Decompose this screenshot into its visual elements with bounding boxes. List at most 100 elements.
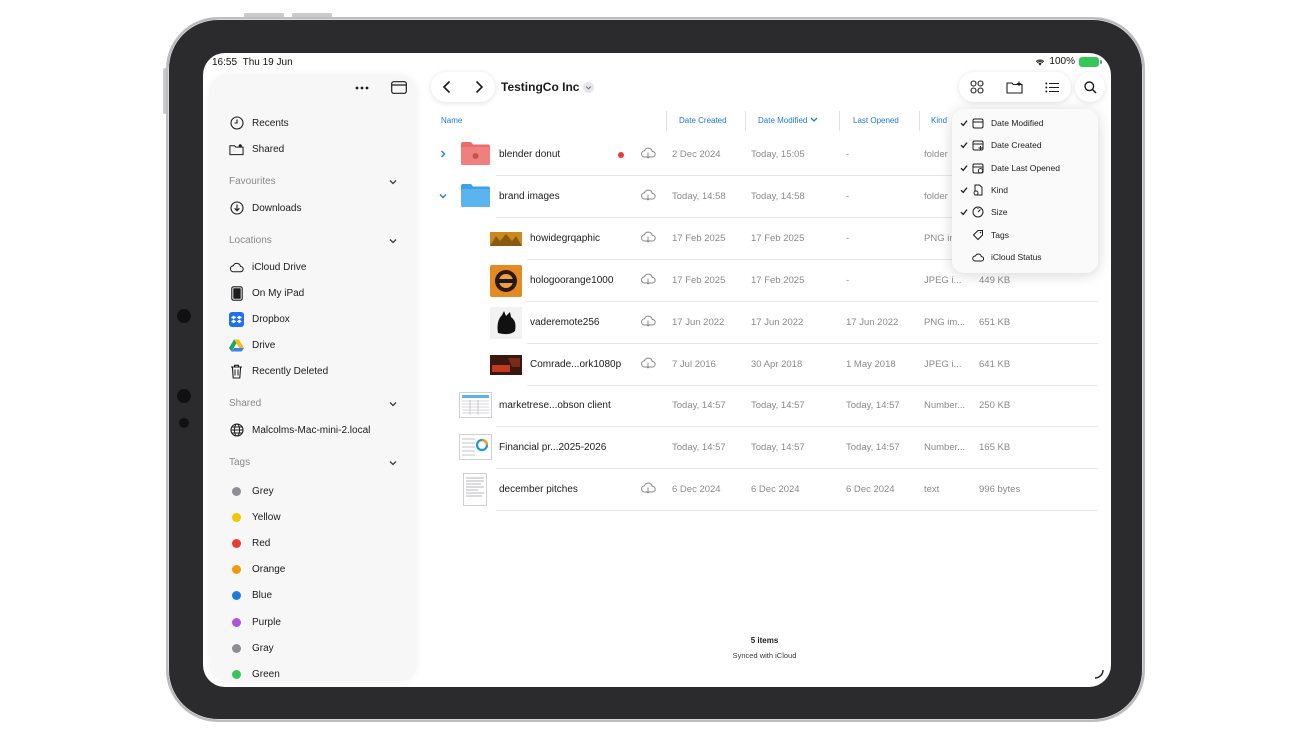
sidebar-item-tag-blue[interactable]: Blue [229, 588, 272, 604]
chevron-down-icon[interactable] [389, 237, 397, 245]
sidebar-toggle-icon[interactable] [391, 81, 407, 94]
sidebar-item-icloud-drive[interactable]: iCloud Drive [229, 259, 306, 275]
sidebar-item-tag-green[interactable]: Green [229, 666, 280, 682]
section-header-shared: Shared [229, 398, 262, 409]
battery-icon [1079, 56, 1102, 67]
size: 449 KB [979, 274, 1011, 286]
menu-item-date-last-opened[interactable]: Date Last Opened [952, 159, 1098, 177]
google-drive-icon [229, 338, 244, 353]
date-modified: 30 Apr 2018 [751, 358, 803, 370]
menu-item-label: Size [991, 207, 1008, 218]
share-group-icon[interactable] [970, 80, 984, 94]
sidebar-item-tag-grey[interactable]: Grey [229, 483, 274, 499]
section-header-tags: Tags [229, 457, 251, 468]
shared-folder-icon [229, 142, 244, 157]
sidebar-item-label: Dropbox [252, 313, 290, 325]
sidebar-item-label: Red [252, 537, 271, 549]
date-created: 17 Jun 2022 [672, 316, 725, 328]
sidebar-item-shared[interactable]: Shared [229, 141, 284, 157]
image-thumbnail [490, 354, 522, 375]
file-row[interactable]: Comrade...ork1080p 7 Jul 2016 30 Apr 2018 1… [436, 344, 1098, 386]
file-row[interactable]: vaderemote256 17 Jun 2022 17 Jun 2022 17 Ju… [436, 302, 1098, 344]
sidebar-item-tag-red[interactable]: Red [229, 535, 270, 551]
column-header-name[interactable]: Name [441, 116, 462, 125]
file-row[interactable]: december pitches 6 Dec 2024 6 Dec 2024 6 De… [436, 469, 1098, 512]
date-modified: Today, 14:58 [751, 190, 805, 202]
file-name: Financial pr...2025-2026 [499, 442, 607, 454]
sidebar-item-server[interactable]: Malcolms-Mac-mini-2.local [229, 422, 370, 438]
section-header-locations: Locations [229, 235, 272, 246]
folder-title[interactable]: TestingCo Inc [501, 80, 595, 94]
camera-sensor [177, 309, 191, 323]
kind: PNG in [924, 232, 955, 244]
menu-item-label: Date Created [991, 140, 1042, 151]
kind: folder [924, 149, 948, 160]
last-opened: - [846, 149, 850, 160]
menu-item-tags[interactable]: Tags [952, 226, 1098, 244]
cloud-download-icon[interactable] [640, 482, 656, 494]
sidebar-item-recents[interactable]: Recents [229, 115, 289, 131]
size: 250 KB [979, 400, 1011, 412]
checkmark-icon [960, 187, 968, 194]
chevron-right-icon[interactable] [438, 149, 448, 159]
chevron-down-icon[interactable] [389, 400, 397, 408]
sidebar-item-tag-purple[interactable]: Purple [229, 614, 281, 630]
item-count: 5 items [750, 636, 779, 645]
chevron-down-icon[interactable] [389, 459, 397, 467]
sidebar-item-on-my-ipad[interactable]: On My iPad [229, 285, 304, 301]
sidebar-item-drive[interactable]: Drive [229, 337, 275, 353]
sidebar-item-recently-deleted[interactable]: Recently Deleted [229, 363, 328, 379]
file-name: marketrese...obson client [499, 400, 611, 412]
forward-icon[interactable] [474, 80, 484, 94]
tag-color-dot [232, 617, 241, 627]
file-row[interactable]: Financial pr...2025-2026 Today, 14:57 Toda… [436, 427, 1098, 470]
more-icon[interactable] [355, 86, 369, 90]
sync-status: Synced with iCloud [732, 651, 797, 660]
calendar-icon [972, 118, 984, 129]
sidebar-item-label: Recently Deleted [252, 365, 329, 377]
chevron-down-icon[interactable] [389, 178, 397, 186]
cloud-download-icon[interactable] [640, 273, 656, 285]
column-header-date-modified[interactable]: Date Modified [758, 116, 818, 125]
cloud-download-icon[interactable] [640, 315, 656, 327]
file-row[interactable]: marketrese...obson client Today, 14:57 Tod… [436, 385, 1098, 428]
date-created: 2 Dec 2024 [672, 149, 721, 160]
new-folder-icon[interactable] [1006, 81, 1023, 94]
sidebar-item-downloads[interactable]: Downloads [229, 200, 301, 216]
column-header-last-opened[interactable]: Last Opened [853, 116, 899, 125]
date-modified: Today, 15:05 [751, 149, 805, 160]
folder-title-label: TestingCo Inc [501, 80, 580, 94]
menu-item-size[interactable]: Size [952, 203, 1098, 221]
menu-item-date-created[interactable]: Date Created [952, 136, 1098, 154]
column-header-date-created[interactable]: Date Created [679, 116, 727, 125]
navigation-buttons [431, 72, 495, 102]
folder-icon [461, 142, 490, 165]
checkmark-icon [960, 164, 968, 171]
file-name: hologoorange1000 [530, 274, 614, 286]
cloud-download-icon[interactable] [640, 231, 656, 243]
date-modified: 17 Jun 2022 [751, 316, 804, 328]
search-button[interactable] [1075, 72, 1105, 102]
chevron-down-icon[interactable] [438, 191, 448, 201]
date-created: 17 Feb 2025 [672, 274, 726, 286]
checkmark-icon [960, 120, 968, 127]
sidebar-item-tag-orange[interactable]: Orange [229, 562, 285, 578]
cloud-download-icon[interactable] [640, 147, 656, 159]
screen: 16:55 Thu 19 Jun 100% Recents Shared Fav… [203, 53, 1111, 687]
kind: Number... [924, 400, 966, 412]
sidebar-item-dropbox[interactable]: Dropbox [229, 311, 290, 327]
menu-item-icloud-status[interactable]: iCloud Status [952, 248, 1098, 266]
list-view-icon[interactable] [1045, 82, 1060, 93]
menu-item-kind[interactable]: Kind [952, 181, 1098, 199]
column-header-kind[interactable]: Kind [931, 116, 947, 125]
tag-color-dot [232, 512, 241, 522]
cloud-download-icon[interactable] [640, 189, 656, 201]
menu-item-date-modified[interactable]: Date Modified [952, 114, 1098, 132]
activity-spinner-icon [1094, 669, 1104, 679]
sidebar-item-label: Downloads [252, 202, 302, 214]
sidebar-item-label: Shared [252, 143, 285, 155]
cloud-download-icon[interactable] [640, 357, 656, 369]
file-name: Comrade...ork1080p [530, 358, 622, 370]
sidebar-item-tag-yellow[interactable]: Yellow [229, 509, 281, 525]
back-icon[interactable] [442, 80, 452, 94]
